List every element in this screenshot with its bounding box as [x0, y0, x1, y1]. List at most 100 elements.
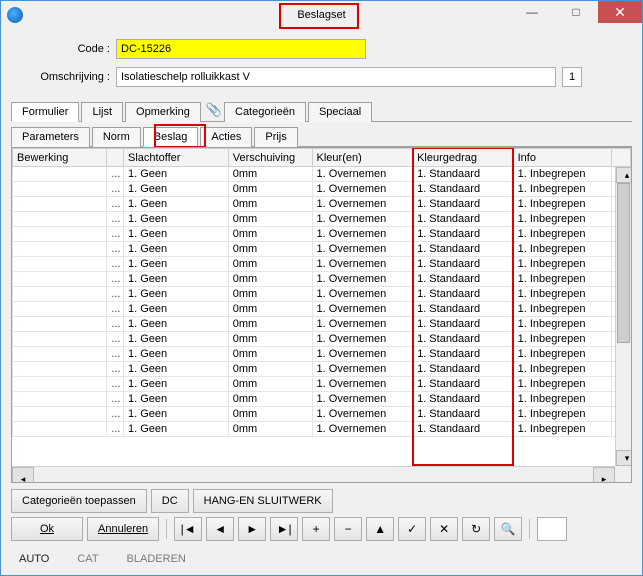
tab-formulier[interactable]: Formulier: [11, 102, 79, 122]
cell-ellipsis[interactable]: ...: [107, 422, 124, 437]
cell-bewerking[interactable]: [13, 362, 107, 377]
cell-slachtoffer[interactable]: 1. Geen: [124, 242, 229, 257]
cell-kleuren[interactable]: 1. Overnemen: [312, 347, 413, 362]
table-row[interactable]: ...1. Geen0mm1. Overnemen1. Standaard1. …: [13, 197, 631, 212]
table-row[interactable]: ...1. Geen0mm1. Overnemen1. Standaard1. …: [13, 317, 631, 332]
cell-kleuren[interactable]: 1. Overnemen: [312, 332, 413, 347]
cell-kleurgedrag[interactable]: 1. Standaard: [413, 392, 514, 407]
cell-slachtoffer[interactable]: 1. Geen: [124, 182, 229, 197]
cell-kleurgedrag[interactable]: 1. Standaard: [413, 332, 514, 347]
cell-kleurgedrag[interactable]: 1. Standaard: [413, 167, 514, 182]
apply-categories-button[interactable]: Categorieën toepassen: [11, 489, 147, 513]
cell-slachtoffer[interactable]: 1. Geen: [124, 407, 229, 422]
cell-ellipsis[interactable]: ...: [107, 347, 124, 362]
cell-verschuiving[interactable]: 0mm: [228, 272, 312, 287]
table-row[interactable]: ...1. Geen0mm1. Overnemen1. Standaard1. …: [13, 212, 631, 227]
cell-bewerking[interactable]: [13, 377, 107, 392]
scroll-down-button[interactable]: ▾: [616, 450, 632, 466]
cell-kleurgedrag[interactable]: 1. Standaard: [413, 302, 514, 317]
cell-ellipsis[interactable]: ...: [107, 242, 124, 257]
cell-bewerking[interactable]: [13, 227, 107, 242]
table-row[interactable]: ...1. Geen0mm1. Overnemen1. Standaard1. …: [13, 362, 631, 377]
table-row[interactable]: ...1. Geen0mm1. Overnemen1. Standaard1. …: [13, 377, 631, 392]
col-kleurgedrag[interactable]: Kleurgedrag: [413, 149, 514, 167]
cell-kleuren[interactable]: 1. Overnemen: [312, 407, 413, 422]
cell-kleurgedrag[interactable]: 1. Standaard: [413, 197, 514, 212]
cell-info[interactable]: 1. Inbegrepen: [513, 317, 611, 332]
cell-info[interactable]: 1. Inbegrepen: [513, 167, 611, 182]
hang-button[interactable]: HANG-EN SLUITWERK: [193, 489, 333, 513]
scroll-right-button[interactable]: ▸: [593, 467, 615, 483]
cell-ellipsis[interactable]: ...: [107, 182, 124, 197]
cell-verschuiving[interactable]: 0mm: [228, 287, 312, 302]
cell-kleuren[interactable]: 1. Overnemen: [312, 242, 413, 257]
close-button[interactable]: ✕: [598, 1, 642, 23]
nav-last-button[interactable]: ►|: [270, 517, 298, 541]
cell-info[interactable]: 1. Inbegrepen: [513, 242, 611, 257]
nav-first-button[interactable]: |◄: [174, 517, 202, 541]
cell-info[interactable]: 1. Inbegrepen: [513, 257, 611, 272]
cell-slachtoffer[interactable]: 1. Geen: [124, 227, 229, 242]
scroll-up-button[interactable]: ▴: [616, 167, 632, 183]
cell-kleuren[interactable]: 1. Overnemen: [312, 227, 413, 242]
cell-ellipsis[interactable]: ...: [107, 362, 124, 377]
cell-verschuiving[interactable]: 0mm: [228, 167, 312, 182]
cell-kleuren[interactable]: 1. Overnemen: [312, 287, 413, 302]
subtab-norm[interactable]: Norm: [92, 127, 141, 147]
cell-ellipsis[interactable]: ...: [107, 227, 124, 242]
cell-kleurgedrag[interactable]: 1. Standaard: [413, 182, 514, 197]
cell-info[interactable]: 1. Inbegrepen: [513, 422, 611, 437]
col-ellipsis[interactable]: [107, 149, 124, 167]
cell-verschuiving[interactable]: 0mm: [228, 182, 312, 197]
cell-verschuiving[interactable]: 0mm: [228, 377, 312, 392]
confirm-button[interactable]: ✓: [398, 517, 426, 541]
cell-kleuren[interactable]: 1. Overnemen: [312, 212, 413, 227]
cell-kleurgedrag[interactable]: 1. Standaard: [413, 212, 514, 227]
tab-lijst[interactable]: Lijst: [81, 102, 123, 122]
cell-verschuiving[interactable]: 0mm: [228, 257, 312, 272]
cell-info[interactable]: 1. Inbegrepen: [513, 287, 611, 302]
ok-button[interactable]: Ok: [11, 517, 83, 541]
table-row[interactable]: ...1. Geen0mm1. Overnemen1. Standaard1. …: [13, 347, 631, 362]
cell-kleuren[interactable]: 1. Overnemen: [312, 167, 413, 182]
cancel-button[interactable]: Annuleren: [87, 517, 159, 541]
cell-slachtoffer[interactable]: 1. Geen: [124, 377, 229, 392]
subtab-acties[interactable]: Acties: [200, 127, 252, 147]
cell-bewerking[interactable]: [13, 287, 107, 302]
cell-kleurgedrag[interactable]: 1. Standaard: [413, 347, 514, 362]
col-slachtoffer[interactable]: Slachtoffer: [124, 149, 229, 167]
cell-verschuiving[interactable]: 0mm: [228, 332, 312, 347]
table-row[interactable]: ...1. Geen0mm1. Overnemen1. Standaard1. …: [13, 407, 631, 422]
scroll-thumb[interactable]: [617, 183, 630, 343]
cell-slachtoffer[interactable]: 1. Geen: [124, 257, 229, 272]
cell-kleurgedrag[interactable]: 1. Standaard: [413, 407, 514, 422]
table-row[interactable]: ...1. Geen0mm1. Overnemen1. Standaard1. …: [13, 287, 631, 302]
cell-kleuren[interactable]: 1. Overnemen: [312, 272, 413, 287]
nav-next-button[interactable]: ►: [238, 517, 266, 541]
cell-info[interactable]: 1. Inbegrepen: [513, 407, 611, 422]
vertical-scrollbar[interactable]: ▴ ▾: [615, 167, 631, 466]
cell-bewerking[interactable]: [13, 422, 107, 437]
cell-ellipsis[interactable]: ...: [107, 392, 124, 407]
scroll-left-button[interactable]: ◂: [12, 467, 34, 483]
cell-slachtoffer[interactable]: 1. Geen: [124, 167, 229, 182]
cell-bewerking[interactable]: [13, 257, 107, 272]
table-row[interactable]: ...1. Geen0mm1. Overnemen1. Standaard1. …: [13, 242, 631, 257]
col-verschuiving[interactable]: Verschuiving: [228, 149, 312, 167]
nav-prev-button[interactable]: ◄: [206, 517, 234, 541]
cell-ellipsis[interactable]: ...: [107, 167, 124, 182]
minimize-button[interactable]: —: [510, 1, 554, 23]
cell-slachtoffer[interactable]: 1. Geen: [124, 332, 229, 347]
table-row[interactable]: ...1. Geen0mm1. Overnemen1. Standaard1. …: [13, 302, 631, 317]
cell-bewerking[interactable]: [13, 407, 107, 422]
cell-verschuiving[interactable]: 0mm: [228, 347, 312, 362]
number-box[interactable]: 1: [562, 67, 582, 87]
table-row[interactable]: ...1. Geen0mm1. Overnemen1. Standaard1. …: [13, 272, 631, 287]
cell-slachtoffer[interactable]: 1. Geen: [124, 317, 229, 332]
tab-speciaal[interactable]: Speciaal: [308, 102, 372, 122]
cell-info[interactable]: 1. Inbegrepen: [513, 272, 611, 287]
cell-verschuiving[interactable]: 0mm: [228, 362, 312, 377]
col-kleuren[interactable]: Kleur(en): [312, 149, 413, 167]
horizontal-scrollbar[interactable]: ◂ ▸: [12, 466, 615, 482]
cell-kleurgedrag[interactable]: 1. Standaard: [413, 242, 514, 257]
